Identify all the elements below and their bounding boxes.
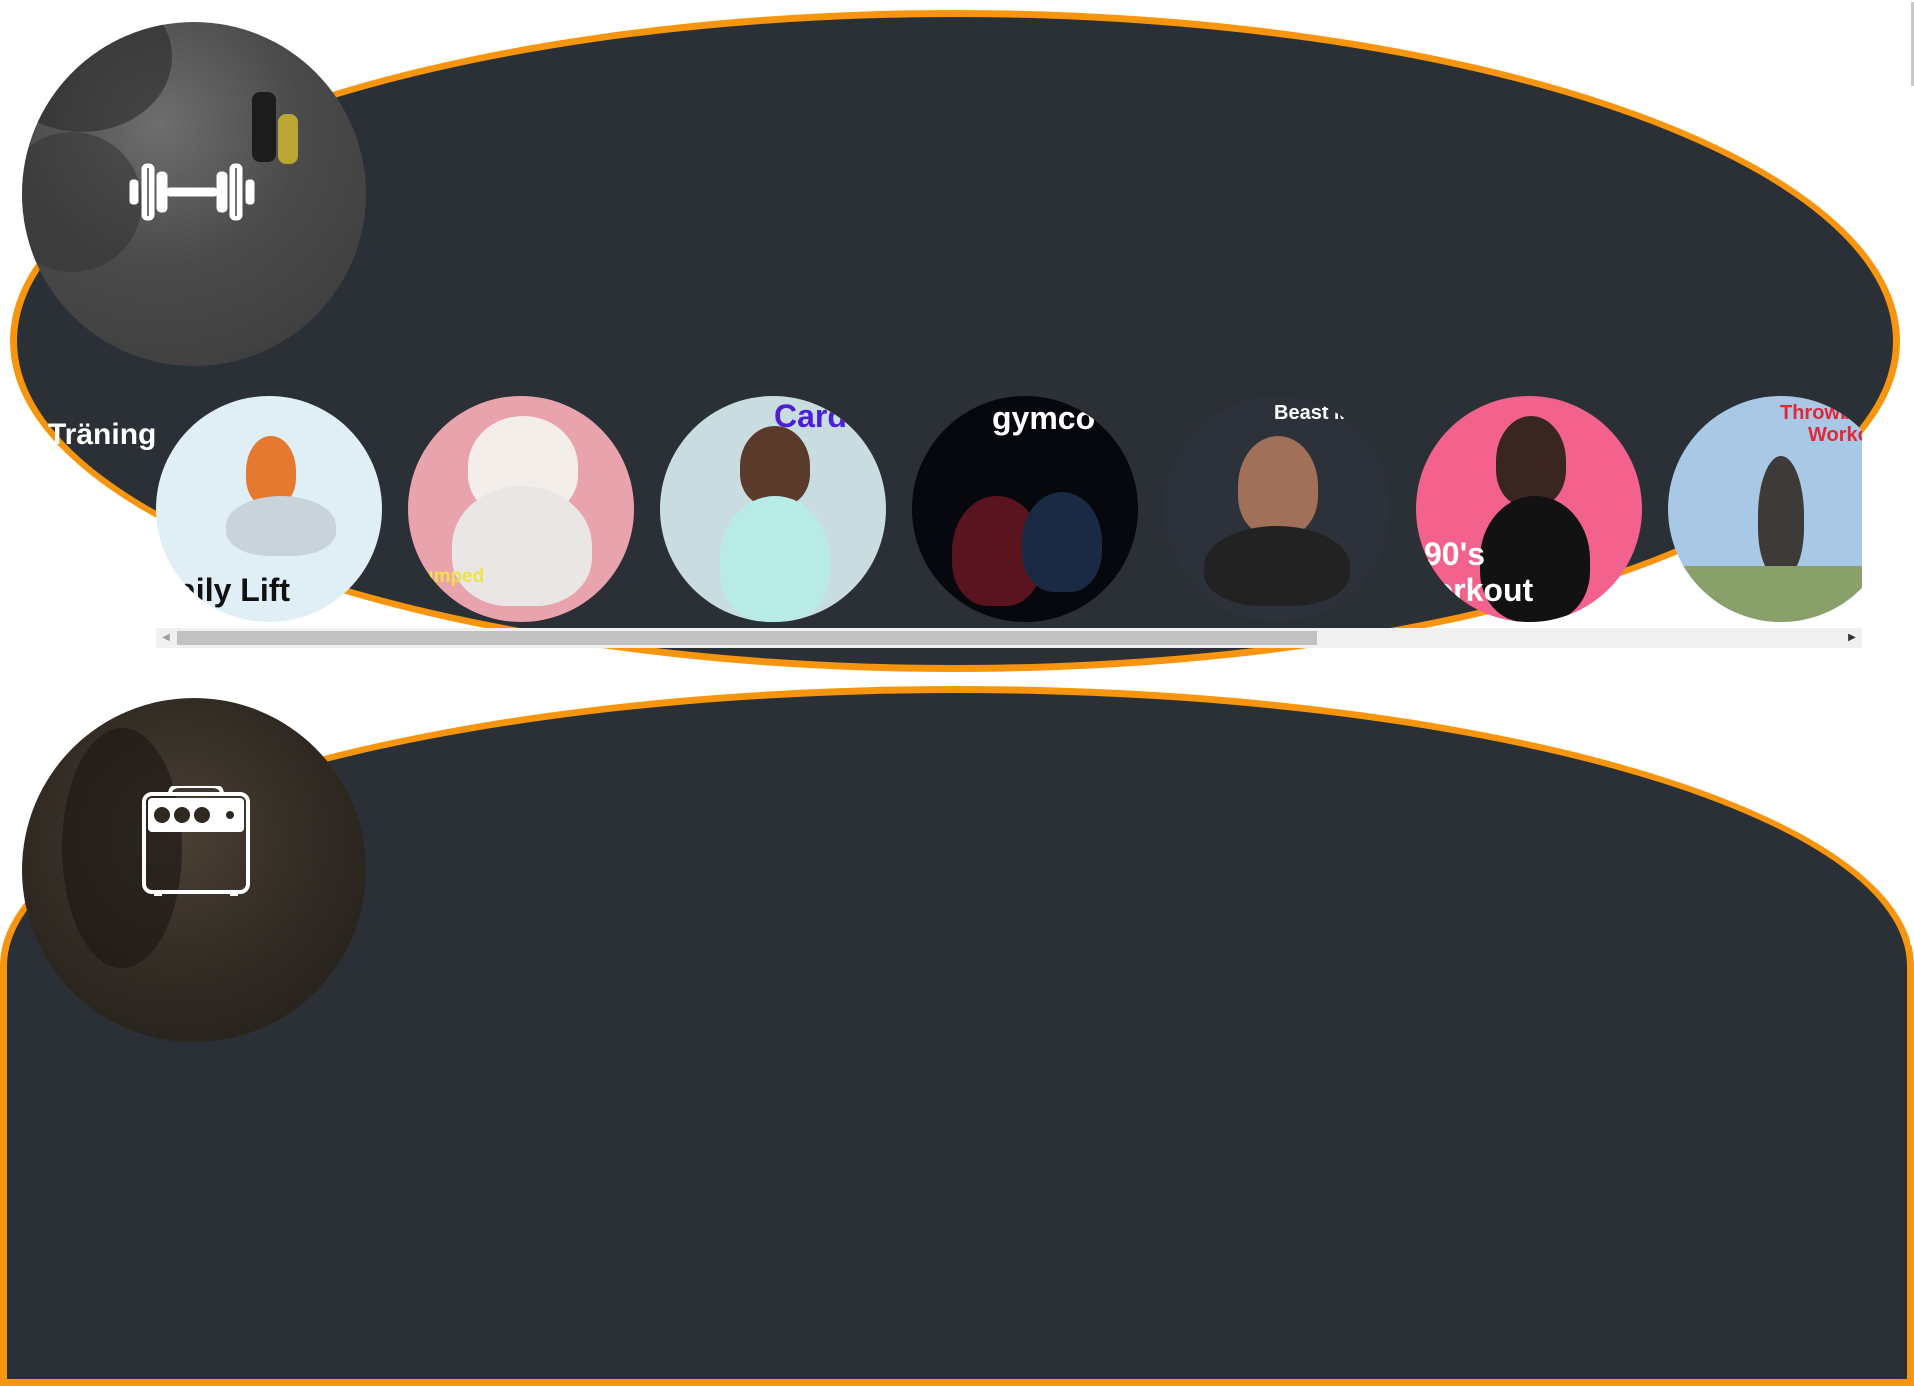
card-label: gymco [992,400,1096,436]
card-figure [1022,492,1102,592]
card-label: aily Lift [178,572,291,608]
card-figure [1496,416,1566,506]
card-label: Card [774,398,847,434]
scrollbar-thumb[interactable] [177,631,1317,645]
card-figure [452,486,592,606]
card-figure [720,496,830,622]
shoe-shape [22,22,172,132]
playlist-card-90s-workout[interactable]: 90's Workout [1416,396,1642,622]
section-title: Träning [48,418,157,451]
page-scrollbar[interactable] [1910,0,1914,945]
playlist-card-beast-mode[interactable]: Beast M [1164,396,1390,622]
playlist-card-cardio[interactable]: Card [660,396,886,622]
card-figure [1238,436,1318,536]
card-figure [226,496,336,556]
card-label: 90's [1424,536,1485,572]
jump-rope-handle [278,114,298,164]
card-label: umped [422,566,485,587]
playlist-card-pumped[interactable]: umped [408,396,634,622]
scroll-left-arrow-icon[interactable]: ◀ [156,628,176,648]
playlist-carousel[interactable]: aily Lift umped Card gymco Beast M 90's [156,396,1862,648]
scroll-right-arrow-icon[interactable]: ▶ [1842,628,1862,648]
playlist-card-throwback-workout[interactable]: Throwb Worko [1668,396,1862,622]
amplifier-icon [142,786,250,896]
playlist-card-gymcore[interactable]: gymco [912,396,1138,622]
carousel-scrollbar[interactable]: ◀ ▶ [156,628,1862,648]
card-label: Workout [1416,572,1534,608]
card-figure [1758,456,1804,576]
card-figure [1204,526,1350,606]
card-label: Worko [1808,424,1862,446]
playlist-card-daily-lift[interactable]: aily Lift [156,396,382,622]
card-figure [740,426,810,506]
card-figure [1668,566,1862,622]
training-hero-image[interactable] [22,22,366,366]
card-label: Throwb [1780,402,1853,424]
dumbbell-icon [129,163,255,221]
music-hero-image[interactable] [22,698,366,1042]
card-label: Beast M [1274,402,1351,424]
